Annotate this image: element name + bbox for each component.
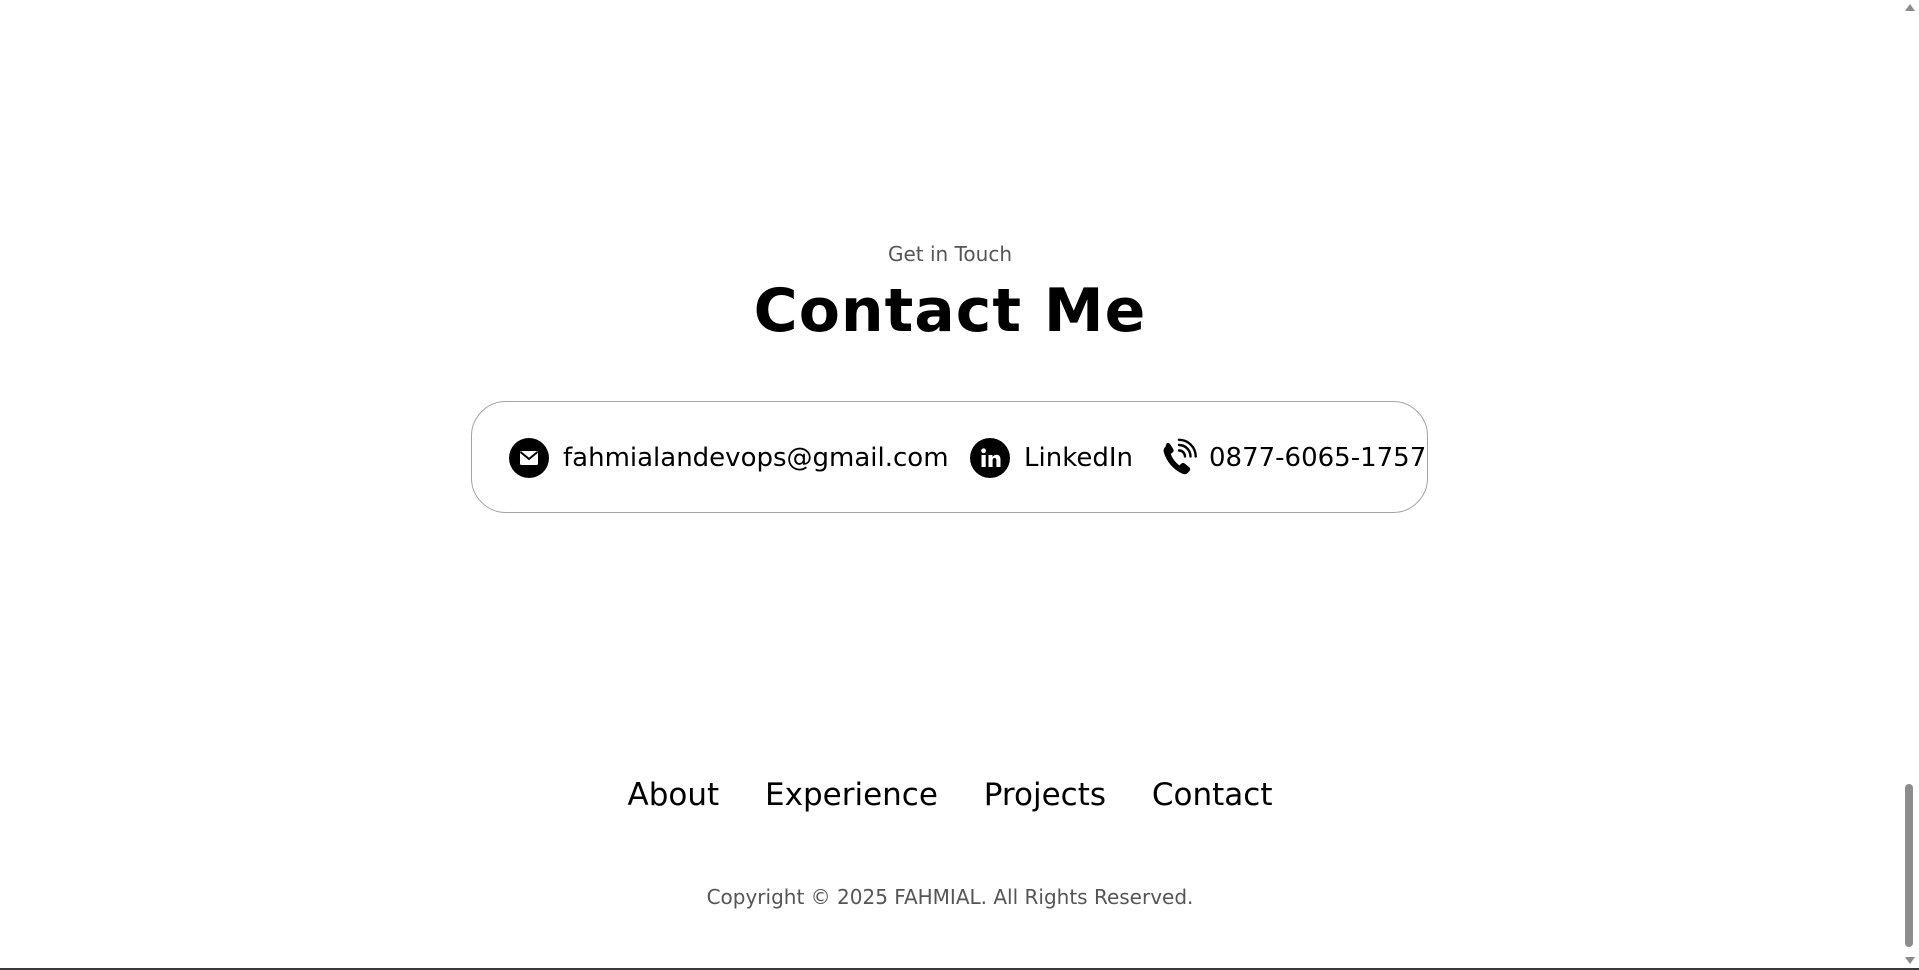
section-subtitle: Get in Touch [888, 242, 1012, 266]
page: Get in Touch Contact Me fahmialandevops@… [0, 0, 1919, 970]
section-title: Contact Me [753, 276, 1147, 346]
copyright-text: Copyright © 2025 FAHMIAL. All Rights Res… [706, 885, 1194, 909]
phone-link[interactable]: 0877-6065-1757 [1157, 402, 1426, 514]
email-address: fahmialandevops@gmail.com [563, 443, 949, 473]
linkedin-label: LinkedIn [1024, 443, 1133, 473]
envelope-icon [508, 437, 550, 479]
scrollbar-thumb[interactable] [1905, 784, 1913, 947]
scroll-up-arrow-icon[interactable] [1905, 4, 1915, 11]
footer-nav: About Experience Projects Contact [0, 777, 1900, 813]
phone-number: 0877-6065-1757 [1209, 443, 1427, 473]
footer-nav-contact[interactable]: Contact [1152, 777, 1273, 813]
footer-nav-about[interactable]: About [628, 777, 720, 813]
phone-icon [1157, 437, 1199, 479]
footer-nav-experience[interactable]: Experience [765, 777, 938, 813]
linkedin-link[interactable]: LinkedIn [969, 402, 1133, 514]
scroll-down-arrow-icon[interactable] [1905, 957, 1915, 964]
footer-nav-projects[interactable]: Projects [984, 777, 1106, 813]
contact-page-content: Get in Touch Contact Me fahmialandevops@… [0, 0, 1900, 968]
email-link[interactable]: fahmialandevops@gmail.com [508, 402, 949, 514]
contact-info-container: fahmialandevops@gmail.com LinkedIn 0877-… [471, 401, 1428, 513]
linkedin-icon [969, 437, 1011, 479]
vertical-scrollbar[interactable] [1900, 0, 1919, 968]
